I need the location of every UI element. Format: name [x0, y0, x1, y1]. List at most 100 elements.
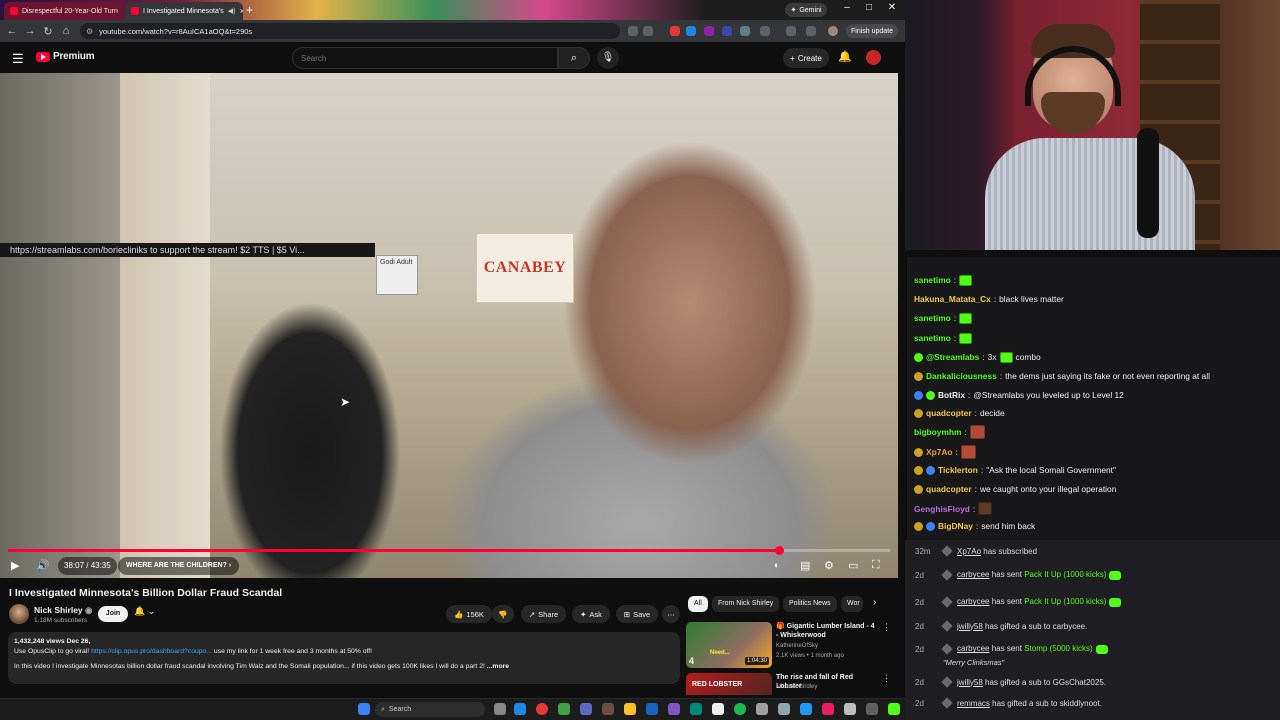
chat-username[interactable]: BotRix [938, 389, 965, 401]
chat-username[interactable]: Xp7Ao [926, 446, 953, 458]
progress-scrubber[interactable] [774, 546, 784, 555]
channel-avatar[interactable] [9, 604, 29, 624]
show-more-link[interactable]: ...more [487, 663, 509, 670]
app-icon[interactable] [558, 703, 570, 715]
chevron-right-icon[interactable]: › [873, 597, 876, 608]
volume-icon[interactable]: 🔊 [36, 559, 50, 572]
downloads-icon[interactable] [806, 26, 816, 36]
hamburger-menu-icon[interactable]: ☰ [12, 51, 24, 67]
chat-badge-icon[interactable] [914, 465, 923, 475]
event-username[interactable]: carbycee [957, 644, 989, 653]
recommendation-channel[interactable]: Michael Girdley [776, 684, 817, 690]
chip-world[interactable]: Wor [841, 596, 863, 612]
taskbar-search[interactable]: ⌕ Search [375, 702, 485, 717]
fullscreen-icon[interactable]: ⛶ [872, 559, 880, 572]
chat-emote-icon[interactable] [959, 312, 973, 324]
recommendation-thumbnail[interactable]: 4 Need... 1:04:30 [686, 622, 772, 668]
gemini-button[interactable]: ✦ Gemini [785, 3, 827, 17]
app-icon[interactable] [800, 703, 812, 715]
chat-username[interactable]: @Streamlabs [926, 351, 979, 363]
extension-icon[interactable] [722, 26, 732, 36]
app-icon[interactable] [690, 703, 702, 715]
account-avatar[interactable] [866, 50, 881, 65]
description-link[interactable]: https://clip.opus.pro/dashboard?coupo... [91, 648, 212, 655]
app-icon[interactable] [756, 703, 768, 715]
recommendation-item[interactable]: RED LOBSTER The rise and fall of Red Lob… [686, 673, 891, 695]
subtitles-icon[interactable]: ▤ [800, 559, 810, 572]
kick-icon[interactable] [888, 703, 900, 715]
minimize-icon[interactable]: – [836, 2, 858, 13]
extension-icon[interactable] [704, 26, 714, 36]
bookmark-star-icon[interactable] [643, 26, 653, 36]
chat-username[interactable]: sanetimo [914, 312, 951, 324]
chat-username[interactable]: BigDNay [938, 520, 973, 532]
recommendation-thumbnail[interactable]: RED LOBSTER [686, 673, 772, 695]
chat-username[interactable]: quadcopter [926, 407, 972, 419]
event-username[interactable]: carbycee [957, 570, 989, 579]
search-button[interactable]: ⌕ [558, 47, 590, 69]
task-view-icon[interactable] [494, 703, 506, 715]
event-username[interactable]: jwilly58 [957, 622, 983, 631]
edge-icon[interactable] [514, 703, 526, 715]
chip-from-channel[interactable]: From Nick Shirley [712, 596, 780, 612]
theater-mode-icon[interactable]: ▭ [848, 559, 858, 572]
chip-politics-news[interactable]: Politics News [783, 596, 837, 612]
search-input[interactable] [292, 47, 558, 69]
event-username[interactable]: carbycee [957, 597, 989, 606]
chip-all[interactable]: All [688, 596, 708, 612]
video-player[interactable]: Godi Adult CANABEY ➤ ▶ 🔊 38:07 / 43:35 W… [0, 73, 898, 578]
chat-emote-icon[interactable] [959, 274, 973, 286]
url-bar[interactable]: ⚙ youtube.com/watch?v=r8AuICA1aOQ&t=290s [80, 23, 620, 39]
play-icon[interactable]: ▶ [11, 559, 19, 572]
finish-update-button[interactable]: Finish update [846, 24, 899, 38]
app-icon[interactable] [844, 703, 856, 715]
app-icon[interactable] [580, 703, 592, 715]
app-icon[interactable] [778, 703, 790, 715]
chat-badge-icon[interactable] [914, 408, 923, 418]
chat-badge-icon[interactable] [914, 447, 923, 457]
forward-icon[interactable]: → [21, 25, 39, 37]
app-icon[interactable] [822, 703, 834, 715]
close-tab-icon[interactable]: × [239, 6, 243, 16]
like-button[interactable]: 👍 156K [446, 605, 492, 623]
recommendation-item[interactable]: 4 Need... 1:04:30 🎁 Gigantic Lumber Isla… [686, 622, 891, 670]
more-vertical-icon[interactable]: ⋮ [882, 622, 891, 633]
extensions-puzzle-icon[interactable] [760, 26, 770, 36]
spotify-icon[interactable] [734, 703, 746, 715]
chat-username[interactable]: Ticklerton [938, 464, 978, 476]
chat-badge-icon[interactable] [926, 390, 935, 400]
chat-badge-icon[interactable] [914, 371, 923, 381]
extension-icon[interactable] [670, 26, 680, 36]
event-username[interactable]: jwilly58 [957, 678, 983, 687]
chat-username[interactable]: Dankaliciousness [926, 370, 997, 382]
chat-username[interactable]: GenghisFloyd [914, 503, 970, 515]
obs-icon[interactable] [712, 703, 724, 715]
file-explorer-icon[interactable] [624, 703, 636, 715]
site-info-icon[interactable]: ⚙ [86, 27, 93, 36]
join-button[interactable]: Join [98, 606, 128, 622]
channel-name[interactable]: Nick Shirley ◉ [34, 605, 92, 616]
sidepanel-icon[interactable] [786, 26, 796, 36]
new-tab-icon[interactable]: + [246, 3, 253, 17]
settings-gear-icon[interactable]: ⚙ [824, 559, 834, 572]
maximize-icon[interactable]: □ [858, 2, 880, 13]
steam-icon[interactable] [646, 703, 658, 715]
description-box[interactable]: 1,432,248 views Dec 26, Use OpusClip to … [8, 632, 680, 684]
chat-username[interactable]: Hakuna_Matata_Cx [914, 293, 991, 305]
audio-icon[interactable]: ◀) [228, 7, 236, 15]
chat-username[interactable]: sanetimo [914, 332, 951, 344]
extension-icon[interactable] [740, 26, 750, 36]
autoplay-toggle-icon[interactable]: ◐ [774, 560, 779, 570]
more-vertical-icon[interactable]: ⋮ [882, 673, 891, 684]
chat-badge-icon[interactable] [914, 390, 923, 400]
home-icon[interactable]: ⌂ [57, 25, 75, 37]
video-progress-bar[interactable] [8, 546, 890, 555]
back-icon[interactable]: ← [3, 25, 21, 37]
chat-username[interactable]: quadcopter [926, 483, 972, 495]
chat-username[interactable]: bigboymhm [914, 426, 961, 438]
chrome-icon[interactable] [536, 703, 548, 715]
chat-emote-icon[interactable] [959, 332, 973, 344]
share-button[interactable]: ↗ Share [521, 605, 566, 623]
subscribe-bell-icon[interactable]: 🔔 ⌄ [134, 606, 155, 617]
chat-emote-icon[interactable] [999, 351, 1013, 363]
